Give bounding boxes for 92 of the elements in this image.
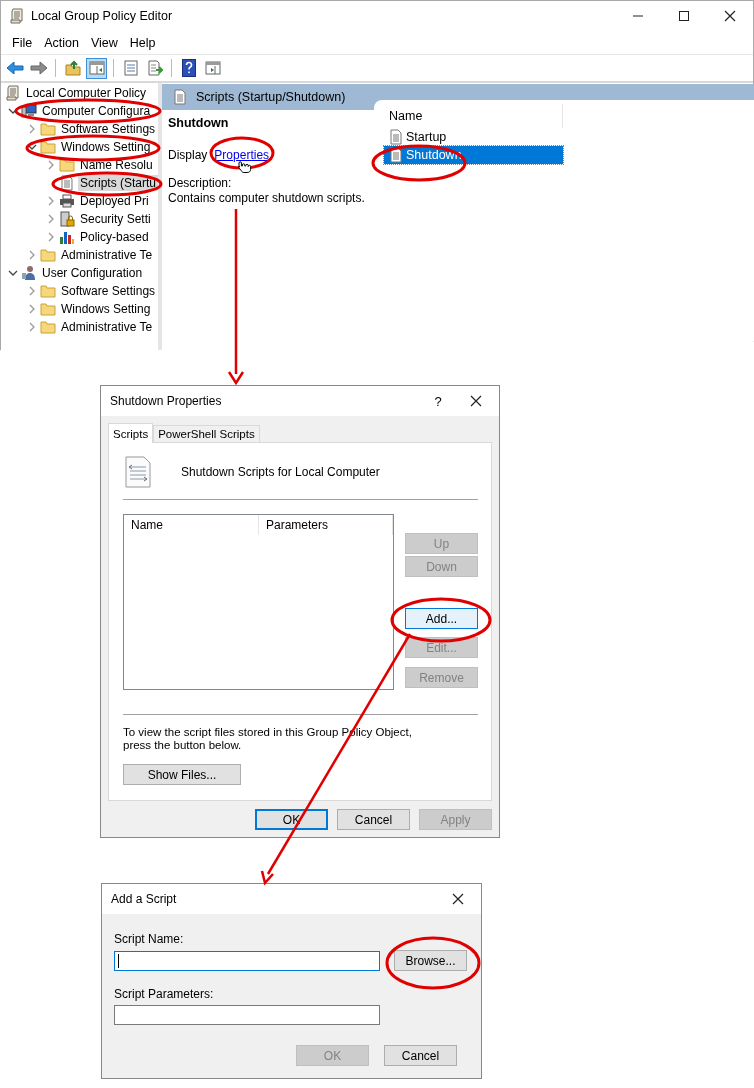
tree-item[interactable]: User Configuration <box>40 265 145 281</box>
tree-item[interactable]: Windows Setting <box>59 139 153 155</box>
user-icon <box>21 265 37 281</box>
dialog-button[interactable]: Add... <box>405 608 478 629</box>
tree-item[interactable]: Windows Setting <box>59 301 153 317</box>
tree-item[interactable]: Policy-based <box>78 229 151 245</box>
collapsed-chevron-icon[interactable] <box>27 250 37 260</box>
folder-icon <box>40 121 56 137</box>
expanded-chevron-icon[interactable] <box>8 106 18 116</box>
item-heading: Shutdown <box>168 116 230 130</box>
folder-up-icon <box>64 60 81 76</box>
server-lock-icon <box>59 211 75 227</box>
collapsed-chevron-icon[interactable] <box>46 160 56 170</box>
browse-button[interactable]: Browse... <box>394 950 467 971</box>
collapsed-chevron-icon[interactable] <box>46 196 56 206</box>
description-text: Contains computer shutdown scripts. <box>168 191 366 205</box>
collapsed-chevron-icon[interactable] <box>46 232 56 242</box>
expanded-chevron-icon[interactable] <box>27 142 37 152</box>
description-label: Description: <box>168 176 233 190</box>
tree-item[interactable]: Software Settings <box>59 283 158 299</box>
field-label: Script Name: <box>114 932 185 947</box>
collapsed-chevron-icon[interactable] <box>27 322 37 332</box>
tree-item[interactable]: Security Setti <box>78 211 153 227</box>
tree-item[interactable]: Administrative Te <box>59 247 155 263</box>
collapsed-chevron-icon[interactable] <box>27 124 37 134</box>
folder-icon <box>40 319 56 335</box>
tree-item[interactable]: Local Computer Policy <box>24 85 149 101</box>
scripts-heading: Shutdown Scripts for Local Computer <box>181 465 380 479</box>
scroll-icon <box>9 8 25 24</box>
menu-item[interactable]: View <box>84 33 124 52</box>
hand-cursor-icon <box>238 161 252 173</box>
column-header[interactable]: Name <box>374 104 563 128</box>
tree-pane-icon <box>88 60 105 76</box>
scripts-list[interactable]: Name Parameters <box>123 514 394 690</box>
field-label: Script Parameters: <box>114 987 215 1002</box>
list-item[interactable]: Shutdown <box>384 146 563 164</box>
tab[interactable]: PowerShell Scripts <box>153 425 260 442</box>
bar-chart-icon <box>59 229 75 245</box>
pane-title: Scripts (Startup/Shutdown) <box>196 90 346 104</box>
tree-item[interactable]: Administrative Te <box>59 319 155 335</box>
script-document-icon <box>388 129 404 145</box>
script-document-icon <box>172 89 188 105</box>
properties-sheet-icon <box>122 60 139 76</box>
dialog-title: Add a Script <box>111 892 178 906</box>
help-button[interactable]: ? <box>423 393 453 409</box>
tab[interactable]: Scripts <box>108 423 154 443</box>
action-pane-icon <box>204 60 221 76</box>
maximize-icon <box>679 11 689 21</box>
tree-item[interactable]: Deployed Pri <box>78 193 151 209</box>
help-icon <box>181 59 196 77</box>
close-icon[interactable] <box>470 395 482 407</box>
collapsed-chevron-icon[interactable] <box>27 286 37 296</box>
folder-icon <box>40 247 56 263</box>
close-icon[interactable] <box>724 10 736 22</box>
tree-item[interactable]: Scripts (Startu <box>77 175 158 191</box>
display-label: Display <box>168 148 208 162</box>
list-item[interactable]: Startup <box>384 128 563 146</box>
script-document-icon <box>59 175 75 191</box>
folder-icon <box>40 301 56 317</box>
tree-item[interactable]: Software Settings <box>59 121 158 137</box>
collapsed-chevron-icon[interactable] <box>27 304 37 314</box>
collapsed-chevron-icon[interactable] <box>46 214 56 224</box>
highlight-ellipse <box>209 136 275 170</box>
back-arrow-icon <box>5 60 24 76</box>
input-field[interactable] <box>114 1005 380 1025</box>
printer-icon <box>59 193 75 209</box>
show-files-button[interactable]: Show Files... <box>123 764 241 785</box>
properties-link[interactable]: Properties <box>214 148 270 162</box>
menu-item[interactable]: Help <box>123 33 162 52</box>
folder-icon <box>40 139 56 155</box>
column-header[interactable]: Name <box>124 515 259 535</box>
dialog-button[interactable]: Cancel <box>337 809 410 830</box>
input-field[interactable] <box>114 950 380 971</box>
tree-item[interactable]: Name Resolu <box>78 157 155 173</box>
menu-item[interactable]: Action <box>38 33 85 52</box>
tree-item[interactable]: Computer Configura <box>40 103 153 119</box>
menu-item[interactable]: File <box>6 33 39 52</box>
export-list-icon <box>146 60 163 76</box>
folder-icon <box>40 283 56 299</box>
scroll-icon <box>5 85 21 101</box>
script-document-icon <box>125 456 151 488</box>
dialog-button[interactable]: Cancel <box>384 1045 457 1066</box>
close-icon[interactable] <box>452 893 464 905</box>
folder-icon <box>59 157 75 173</box>
computer-icon <box>21 103 37 119</box>
script-document-icon <box>388 147 404 163</box>
forward-arrow-icon <box>29 60 48 76</box>
dialog-button[interactable]: OK <box>255 809 328 830</box>
window-title: Local Group Policy Editor <box>31 9 174 23</box>
column-header[interactable]: Parameters <box>259 515 393 535</box>
expanded-chevron-icon[interactable] <box>8 268 18 278</box>
dialog-title: Shutdown Properties <box>110 394 223 408</box>
